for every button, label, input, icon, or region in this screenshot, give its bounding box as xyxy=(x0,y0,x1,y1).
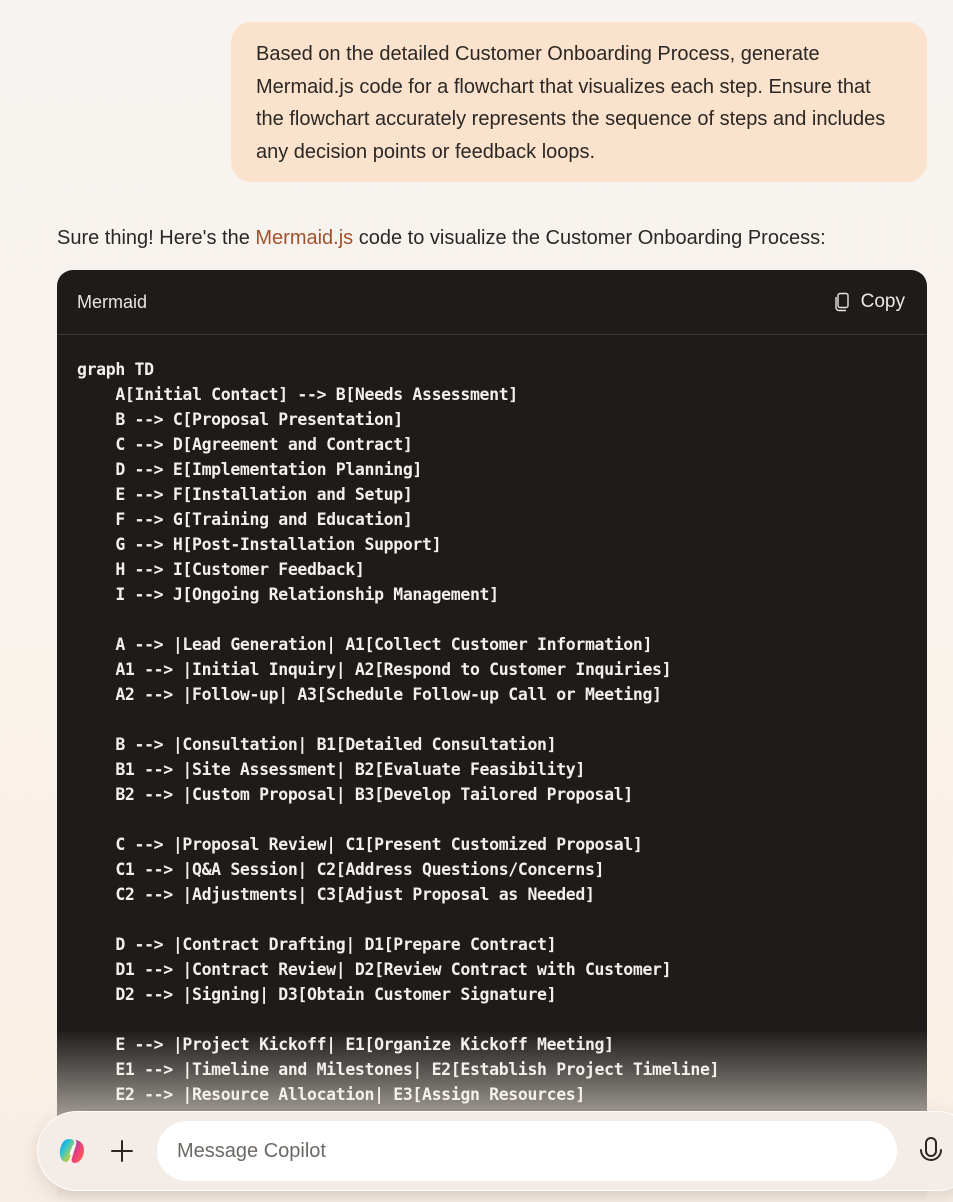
code-line: C --> |Proposal Review| C1[Present Custo… xyxy=(77,835,643,854)
code-line: B1 --> |Site Assessment| B2[Evaluate Fea… xyxy=(77,760,585,779)
code-line: C --> D[Agreement and Contract] xyxy=(77,435,413,454)
code-line: B2 --> |Custom Proposal| B3[Develop Tail… xyxy=(77,785,633,804)
microphone-icon xyxy=(920,1137,942,1161)
code-line: E --> |Project Kickoff| E1[Organize Kick… xyxy=(77,1035,614,1054)
plus-icon xyxy=(111,1140,133,1162)
code-block: Mermaid Copy graph TD A[Initial Contact]… xyxy=(57,270,927,1202)
copy-button[interactable]: Copy xyxy=(833,291,905,313)
message-composer xyxy=(37,1111,953,1191)
reply-text-before-link: Sure thing! Here's the xyxy=(57,227,256,249)
code-line: D --> |Contract Drafting| D1[Prepare Con… xyxy=(77,935,557,954)
code-line: C2 --> |Adjustments| C3[Adjust Proposal … xyxy=(77,885,595,904)
code-line: E2 --> |Resource Allocation| E3[Assign R… xyxy=(77,1085,585,1104)
code-line: A2 --> |Follow-up| A3[Schedule Follow-up… xyxy=(77,685,662,704)
code-line: I --> J[Ongoing Relationship Management] xyxy=(77,585,499,604)
assistant-reply-intro: Sure thing! Here's the Mermaid.js code t… xyxy=(57,224,826,252)
code-line: H --> I[Customer Feedback] xyxy=(77,560,365,579)
code-language-label: Mermaid xyxy=(77,291,148,312)
user-message-text: Based on the detailed Customer Onboardin… xyxy=(256,43,886,163)
code-line: graph TD xyxy=(77,360,154,379)
code-line: A --> |Lead Generation| A1[Collect Custo… xyxy=(77,635,653,654)
reply-text-after-link: code to visualize the Customer Onboardin… xyxy=(353,227,826,249)
copilot-logo-icon[interactable] xyxy=(57,1136,87,1166)
code-line: G --> H[Post-Installation Support] xyxy=(77,535,442,554)
code-line: F --> G[Training and Education] xyxy=(77,510,413,529)
mermaid-link[interactable]: Mermaid.js xyxy=(255,227,353,249)
code-line: D1 --> |Contract Review| D2[Review Contr… xyxy=(77,960,672,979)
voice-input-button[interactable] xyxy=(917,1135,945,1167)
code-line: E1 --> |Timeline and Milestones| E2[Esta… xyxy=(77,1060,720,1079)
message-input[interactable] xyxy=(157,1121,897,1181)
code-content: graph TD A[Initial Contact] --> B[Needs … xyxy=(57,335,927,1107)
code-line: E --> F[Installation and Setup] xyxy=(77,485,413,504)
code-line: D --> E[Implementation Planning] xyxy=(77,460,423,479)
code-line: D2 --> |Signing| D3[Obtain Customer Sign… xyxy=(77,985,557,1004)
code-line: B --> |Consultation| B1[Detailed Consult… xyxy=(77,735,557,754)
code-block-header: Mermaid Copy xyxy=(57,270,927,335)
code-line: A1 --> |Initial Inquiry| A2[Respond to C… xyxy=(77,660,672,679)
code-line: C1 --> |Q&A Session| C2[Address Question… xyxy=(77,860,605,879)
add-attachment-button[interactable] xyxy=(107,1133,137,1169)
copy-icon xyxy=(833,292,851,312)
code-line: A[Initial Contact] --> B[Needs Assessmen… xyxy=(77,385,518,404)
user-message-bubble: Based on the detailed Customer Onboardin… xyxy=(231,22,927,182)
code-line: B --> C[Proposal Presentation] xyxy=(77,410,403,429)
copy-label: Copy xyxy=(860,291,905,312)
